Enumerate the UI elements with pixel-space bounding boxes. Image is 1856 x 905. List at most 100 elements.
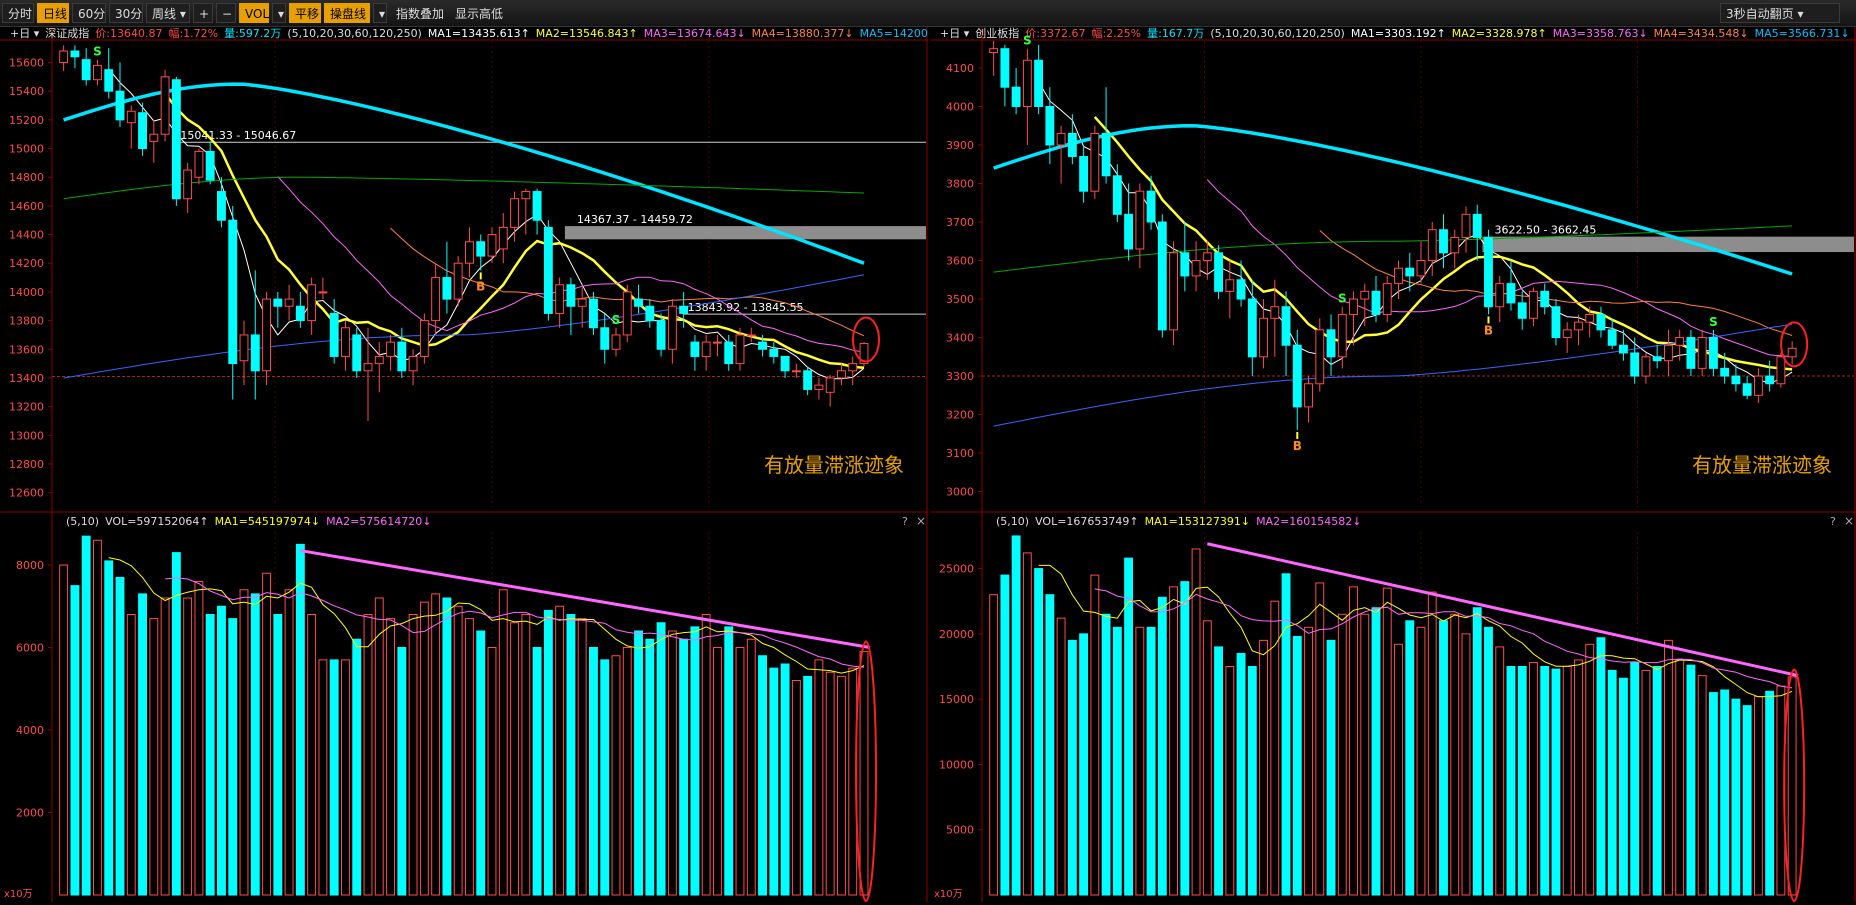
candle-body <box>341 327 350 357</box>
volume-bar <box>1574 659 1583 896</box>
candle-body <box>1416 260 1426 277</box>
volume-bar <box>1382 587 1392 896</box>
volume-bar <box>374 597 384 896</box>
indicator-vol-button[interactable]: VOL <box>239 3 269 23</box>
amplitude-value: 幅:2.25% <box>1091 27 1141 40</box>
ma-params: (5,10,20,30,60,120,250) <box>1210 27 1345 40</box>
y-tick-label: 3800 <box>946 177 974 190</box>
volume-bar <box>1056 617 1066 896</box>
help-icon[interactable]: ? <box>902 515 908 528</box>
candle-body <box>577 298 587 307</box>
volume-value: 量:167.7万 <box>1147 27 1204 40</box>
y-tick-label: 13600 <box>9 343 44 356</box>
sell-signal: S <box>93 45 102 59</box>
volume-bar <box>1551 668 1561 896</box>
ma-value-5: MA5=14200.183↓ <box>860 27 928 40</box>
candle-body <box>273 298 283 307</box>
candle-body <box>645 305 655 322</box>
candle-body <box>989 48 999 54</box>
candle-body <box>419 320 429 357</box>
volume-bar <box>1663 639 1673 896</box>
zoom-out-button[interactable]: − <box>216 3 236 23</box>
trading-line-dropdown[interactable]: ▾ <box>373 3 387 23</box>
candle-body <box>374 355 384 365</box>
candle-body <box>848 363 858 372</box>
tab-60min[interactable]: 60分 <box>72 3 106 23</box>
candle-body <box>205 150 215 181</box>
vol-unit: x10万 <box>934 889 963 900</box>
vol-tick-label: 8000 <box>16 559 44 572</box>
resistance-zone <box>1482 236 1854 253</box>
candle-body <box>1337 313 1347 358</box>
candle-body <box>1045 105 1055 146</box>
candle-body <box>758 341 767 350</box>
show-high-low-button[interactable]: 显示高低 <box>449 3 505 23</box>
candle-body <box>713 341 722 344</box>
volume-bar <box>1135 626 1145 896</box>
volume-bar <box>363 614 373 896</box>
candle-body <box>1022 59 1032 107</box>
index-overlay-button[interactable]: 指数叠加 <box>390 3 446 23</box>
candle-body <box>1663 344 1673 362</box>
volume-bar <box>1337 613 1347 896</box>
candle-body <box>431 277 441 322</box>
volume-bar <box>837 675 846 896</box>
volume-bar <box>1067 639 1077 896</box>
candle-body <box>59 50 69 64</box>
tab-weekly[interactable]: 周线 ▾ <box>146 3 190 23</box>
y-tick-label: 14600 <box>9 200 44 213</box>
annotation-text: 有放量滞涨迹象 <box>1692 453 1832 477</box>
tab-30min[interactable]: 30分 <box>109 3 143 23</box>
candle-body <box>791 370 801 373</box>
sell-signal: S <box>612 313 621 327</box>
volume-bar <box>1742 705 1752 896</box>
candle-body <box>566 284 576 307</box>
candle-body <box>1202 252 1212 262</box>
candle-body <box>1056 132 1066 146</box>
pan-button[interactable]: 平移 <box>289 3 321 23</box>
volume-bar <box>318 659 328 896</box>
volume-bar <box>1034 568 1044 896</box>
candle-body <box>814 384 824 390</box>
volume-bar <box>859 651 869 896</box>
indicator-dropdown[interactable]: ▾ <box>272 3 286 23</box>
trading-line-button[interactable]: 操盘线 <box>324 3 370 23</box>
candle-body <box>589 298 598 329</box>
volume-bar <box>70 585 80 896</box>
y-tick-label: 3000 <box>946 486 974 499</box>
volume-bar <box>1124 557 1134 896</box>
sell-signal: S <box>1709 315 1718 329</box>
close-icon[interactable]: × <box>1844 514 1854 528</box>
vol-tick-label: 10000 <box>939 758 974 771</box>
tab-daily[interactable]: 日线 <box>37 3 69 23</box>
candle-body <box>1529 290 1538 319</box>
y-tick-label: 3600 <box>946 255 974 268</box>
candle-body <box>679 305 689 314</box>
volume-bar <box>284 589 294 896</box>
y-tick-label: 3700 <box>946 216 974 229</box>
volume-bar <box>307 614 317 896</box>
y-tick-label: 13800 <box>9 315 44 328</box>
candle-body <box>1214 252 1223 292</box>
volume-bar <box>1731 698 1741 896</box>
vol-ma2-value: MA2=160154582↓ <box>1256 515 1361 528</box>
close-icon[interactable]: × <box>916 514 926 528</box>
vol-value: VOL=597152064↑ <box>105 515 209 528</box>
candle-body <box>1259 317 1268 358</box>
y-tick-label: 3200 <box>946 409 974 422</box>
candle-body <box>465 241 474 264</box>
candle-body <box>1607 329 1617 346</box>
tab-intraday[interactable]: 分时 <box>2 3 34 23</box>
auto-page-button[interactable]: 3秒自动翻页 ▾ <box>1720 3 1840 23</box>
candle-body <box>295 305 305 322</box>
volume-bar <box>1225 665 1235 896</box>
candle-body <box>1675 337 1685 346</box>
volume-header: (5,10) VOL=167653749↑ MA1=153127391↓ MA2=16… <box>996 515 1362 528</box>
ma-params: (5,10,20,30,60,120,250) <box>287 27 422 40</box>
help-icon[interactable]: ? <box>1830 515 1836 528</box>
candle-body <box>217 191 226 221</box>
volume-value: 量:597.2万 <box>224 27 281 40</box>
zoom-in-button[interactable]: + <box>193 3 213 23</box>
volume-bar <box>1641 669 1651 896</box>
candle-body <box>622 291 632 336</box>
